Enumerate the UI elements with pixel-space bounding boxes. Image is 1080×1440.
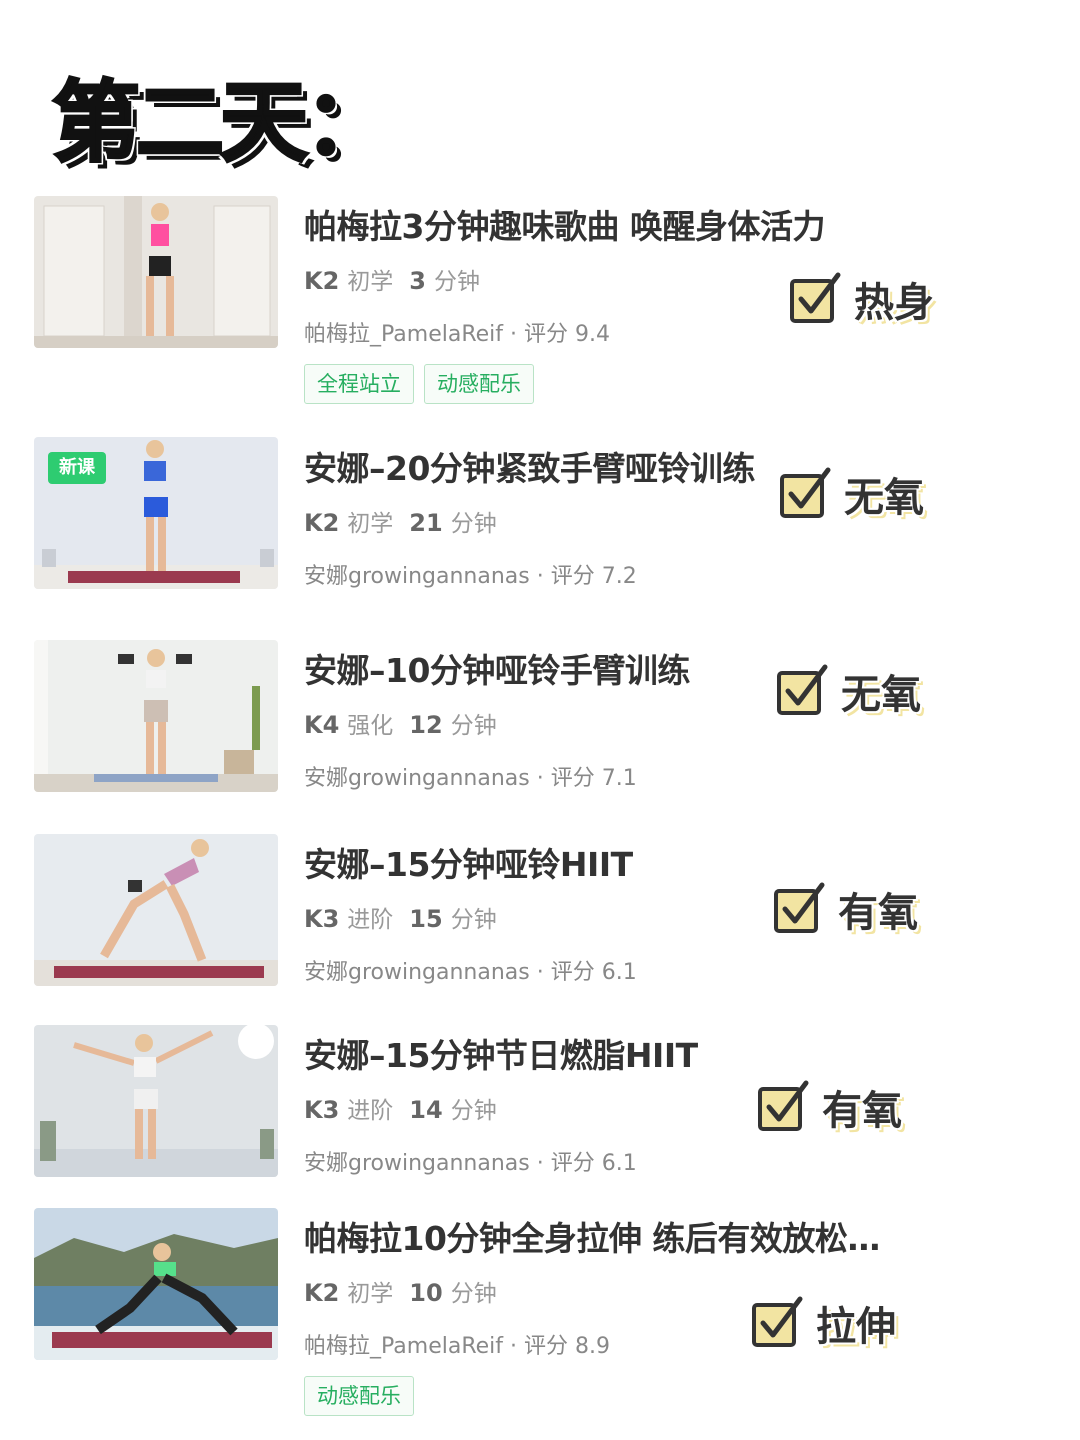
- duration-unit: 分钟: [450, 511, 497, 537]
- duration-unit: 分钟: [450, 907, 497, 933]
- duration-value: 3: [409, 267, 426, 295]
- checkbox-icon: [774, 882, 825, 933]
- duration-value: 21: [409, 509, 443, 537]
- course-title[interactable]: 帕梅拉10分钟全身拉伸 练后有效放松…: [304, 1212, 880, 1260]
- level-name: 初学: [347, 1281, 394, 1307]
- separator-dot: ·: [536, 1151, 551, 1176]
- course-title[interactable]: 安娜–10分钟哑铃手臂训练: [304, 644, 690, 692]
- course-meta: K2 初学 3 分钟: [304, 262, 480, 296]
- rating-label: 评分: [550, 766, 595, 791]
- course-thumbnail[interactable]: 新课: [34, 437, 278, 589]
- category-annotation: 热身: [788, 270, 934, 328]
- new-course-badge: 新课: [48, 452, 106, 484]
- rating-label: 评分: [550, 1151, 595, 1176]
- checkbox-icon: [752, 1296, 803, 1347]
- level-code: K3: [304, 905, 340, 933]
- duration-value: 12: [409, 711, 443, 739]
- course-thumbnail[interactable]: [34, 196, 278, 348]
- duration-value: 10: [409, 1279, 443, 1307]
- separator-dot: ·: [510, 1334, 525, 1359]
- course-meta: K3 进阶 15 分钟: [304, 900, 497, 934]
- level-name: 初学: [347, 511, 394, 537]
- separator-dot: ·: [536, 960, 551, 985]
- course-title[interactable]: 安娜–20分钟紧致手臂哑铃训练: [304, 442, 755, 490]
- rating-value: 7.2: [601, 564, 637, 589]
- duration-unit: 分钟: [434, 269, 480, 295]
- category-label: 有氧: [838, 890, 918, 936]
- page-title: 第二天：: [50, 70, 393, 176]
- checkbox-icon: [777, 664, 828, 715]
- category-annotation: 有氧: [772, 880, 918, 938]
- course-thumbnail[interactable]: [34, 834, 278, 986]
- course-author-line: 帕梅拉_PamelaReif · 评分 9.4: [304, 316, 610, 348]
- level-name: 初学: [347, 269, 394, 295]
- duration-unit: 分钟: [450, 1098, 497, 1124]
- author-name[interactable]: 帕梅拉_PamelaReif: [304, 1334, 503, 1359]
- level-code: K2: [304, 1279, 340, 1307]
- course-meta: K2 初学 21 分钟: [304, 504, 497, 538]
- rating-value: 7.1: [601, 766, 637, 791]
- level-name: 进阶: [347, 907, 394, 933]
- course-title[interactable]: 安娜–15分钟节日燃脂HIIT: [304, 1029, 698, 1077]
- course-meta: K3 进阶 14 分钟: [304, 1091, 497, 1125]
- rating-value: 6.1: [601, 1151, 637, 1176]
- author-name[interactable]: 安娜growingannanas: [304, 766, 530, 791]
- checkbox-icon: [758, 1080, 809, 1131]
- category-label: 无氧: [841, 672, 921, 718]
- category-annotation: 拉伸: [750, 1294, 896, 1352]
- category-label: 热身: [854, 280, 934, 326]
- rating-label: 评分: [524, 322, 569, 347]
- tag[interactable]: 动感配乐: [424, 364, 534, 404]
- course-author-line: 安娜growingannanas · 评分 6.1: [304, 954, 637, 986]
- course-title[interactable]: 安娜–15分钟哑铃HIIT: [304, 838, 633, 886]
- separator-dot: ·: [536, 564, 551, 589]
- checkbox-icon: [790, 272, 841, 323]
- category-label: 拉伸: [816, 1304, 896, 1350]
- level-code: K2: [304, 267, 340, 295]
- course-title[interactable]: 帕梅拉3分钟趣味歌曲 唤醒身体活力: [304, 200, 825, 248]
- course-author-line: 安娜growingannanas · 评分 7.2: [304, 558, 637, 590]
- separator-dot: ·: [536, 766, 551, 791]
- rating-label: 评分: [550, 564, 595, 589]
- course-thumbnail[interactable]: [34, 640, 278, 792]
- rating-label: 评分: [550, 960, 595, 985]
- author-name[interactable]: 帕梅拉_PamelaReif: [304, 322, 503, 347]
- course-thumbnail[interactable]: [34, 1025, 278, 1177]
- tag-list: 全程站立 动感配乐: [304, 364, 534, 404]
- course-author-line: 安娜growingannanas · 评分 6.1: [304, 1145, 637, 1177]
- duration-value: 14: [409, 1096, 443, 1124]
- course-meta: K4 强化 12 分钟: [304, 706, 497, 740]
- duration-unit: 分钟: [450, 1281, 497, 1307]
- level-name: 进阶: [347, 1098, 394, 1124]
- level-code: K4: [304, 711, 340, 739]
- category-annotation: 无氧: [775, 662, 921, 720]
- tag[interactable]: 全程站立: [304, 364, 414, 404]
- category-label: 有氧: [822, 1088, 902, 1134]
- level-code: K2: [304, 509, 340, 537]
- rating-value: 9.4: [575, 322, 611, 347]
- category-annotation: 有氧: [756, 1078, 902, 1136]
- course-author-line: 安娜growingannanas · 评分 7.1: [304, 760, 637, 792]
- tag[interactable]: 动感配乐: [304, 1376, 414, 1416]
- level-name: 强化: [347, 713, 394, 739]
- separator-dot: ·: [510, 322, 525, 347]
- author-name[interactable]: 安娜growingannanas: [304, 960, 530, 985]
- checkbox-icon: [780, 467, 831, 518]
- duration-value: 15: [409, 905, 443, 933]
- duration-unit: 分钟: [450, 713, 497, 739]
- category-annotation: 无氧: [778, 465, 924, 523]
- author-name[interactable]: 安娜growingannanas: [304, 1151, 530, 1176]
- course-meta: K2 初学 10 分钟: [304, 1274, 497, 1308]
- rating-value: 8.9: [575, 1334, 611, 1359]
- rating-value: 6.1: [601, 960, 637, 985]
- author-name[interactable]: 安娜growingannanas: [304, 564, 530, 589]
- rating-label: 评分: [524, 1334, 569, 1359]
- level-code: K3: [304, 1096, 340, 1124]
- course-thumbnail[interactable]: [34, 1208, 278, 1360]
- tag-list: 动感配乐: [304, 1376, 414, 1416]
- course-author-line: 帕梅拉_PamelaReif · 评分 8.9: [304, 1328, 610, 1360]
- category-label: 无氧: [844, 475, 924, 521]
